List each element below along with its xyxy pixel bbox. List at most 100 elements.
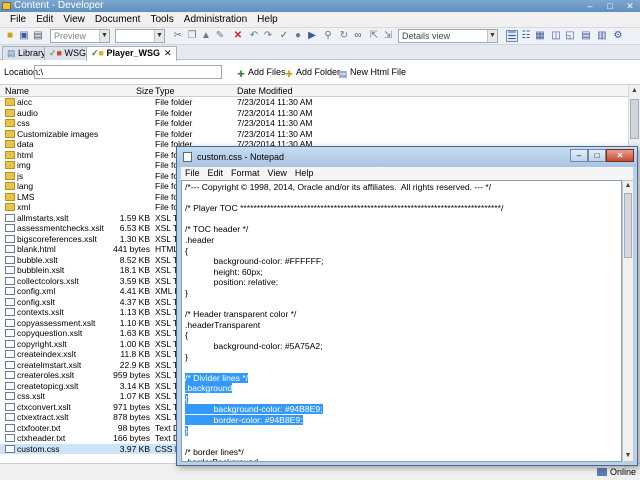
menu-administration[interactable]: Administration [179, 12, 252, 28]
notepad-scroll-up-icon[interactable]: ▲ [623, 181, 633, 191]
file-size: 4.37 KB [119, 296, 150, 307]
notepad-maximize-button[interactable]: □ [588, 149, 606, 162]
notepad-icon [183, 152, 192, 162]
file-row[interactable]: Customizable images File folder 7/23/2014 … [0, 129, 628, 140]
notepad-title-bar[interactable]: custom.css - Notepad – □ ✕ [177, 147, 637, 167]
notepad-window[interactable]: custom.css - Notepad – □ ✕ File Edit Forma… [176, 146, 638, 470]
tile-view-icon[interactable]: ▦ [534, 30, 546, 42]
add-files-button[interactable]: ✚ Add Files [236, 66, 285, 79]
text-line-content: .headerTransparent [185, 319, 261, 330]
column-size[interactable]: Size [136, 85, 154, 97]
folder-icon [5, 129, 15, 138]
file-size: 441 bytes [113, 244, 150, 254]
file-name: xml [17, 202, 31, 212]
notepad-menu-format[interactable]: Format [227, 167, 264, 180]
text-line: height: 60px; [185, 267, 618, 278]
preview-combo[interactable]: ▼ [115, 29, 165, 43]
list-view-icon[interactable]: ☷ [520, 30, 532, 42]
notepad-menu-file[interactable]: File [181, 167, 204, 180]
text-line: .borderBackground [185, 457, 618, 461]
notepad-scroll-down-icon[interactable]: ▼ [623, 451, 633, 461]
file-row[interactable]: aicc File folder 7/23/2014 11:30 AM [0, 97, 628, 108]
notepad-scroll-thumb[interactable] [624, 193, 632, 258]
file-icon [5, 255, 15, 264]
menu-edit[interactable]: Edit [31, 12, 58, 28]
tab-close-icon[interactable]: ✕ [164, 48, 172, 58]
text-line-content: } [185, 351, 188, 362]
notepad-text-area[interactable]: /*--- Copyright © 1998, 2014, Oracle and… [181, 180, 622, 462]
outline-view-icon[interactable]: ▤ [580, 30, 592, 42]
menu-tools[interactable]: Tools [145, 12, 178, 28]
menu-bar: File Edit View Document Tools Administration H… [0, 12, 640, 28]
save-icon[interactable]: ▣ [18, 30, 30, 42]
pane-view-icon[interactable]: ◫ [550, 30, 562, 42]
text-line: { [185, 330, 618, 341]
column-type[interactable]: Type [155, 85, 175, 97]
folder-icon [5, 203, 15, 211]
text-line-content: { [185, 393, 188, 404]
file-size: 1.07 KB [119, 391, 150, 401]
file-icon [5, 318, 15, 327]
find-icon[interactable]: ⚲ [322, 30, 334, 42]
close-button[interactable]: ✕ [620, 0, 640, 12]
checkin-icon[interactable]: ✓ [278, 30, 290, 42]
text-line-content: height: 60px; [185, 266, 263, 277]
scroll-thumb[interactable] [630, 99, 639, 139]
file-icon [5, 381, 15, 390]
network-icon [596, 468, 607, 476]
app-icon [2, 2, 11, 10]
refresh-icon[interactable]: ↻ [338, 30, 350, 42]
new-html-file-button[interactable]: ▤ New Html File [338, 66, 406, 79]
file-size: 1.00 KB [119, 338, 150, 349]
file-row[interactable]: css File folder 7/23/2014 11:30 AM [0, 118, 628, 129]
file-row[interactable]: audio File folder 7/23/2014 11:30 AM [0, 108, 628, 119]
split-view-icon[interactable]: ◱ [564, 30, 576, 42]
resize-grip-icon[interactable]: ⋯ [624, 463, 634, 470]
view-combo[interactable]: Details view ▼ [398, 29, 498, 43]
menu-help[interactable]: Help [252, 12, 283, 28]
notepad-menu-help[interactable]: Help [291, 167, 318, 180]
checkout-icon[interactable]: ● [292, 30, 304, 42]
menu-document[interactable]: Document [90, 12, 146, 28]
text-line: /* border lines*/ [185, 447, 618, 458]
file-name: ctxfooter.txt [17, 422, 61, 433]
copy-icon[interactable]: ❐ [186, 30, 198, 42]
text-line-content: /* border lines*/ [185, 446, 244, 457]
notepad-menu-view[interactable]: View [264, 167, 291, 180]
notepad-close-button[interactable]: ✕ [606, 149, 634, 162]
add-folder-button[interactable]: ✚ Add Folder [284, 66, 340, 79]
cut-icon[interactable]: ✂ [172, 30, 184, 42]
export-icon[interactable]: ⇱ [368, 30, 380, 42]
notepad-scrollbar[interactable]: ▲ ▼ [622, 180, 634, 462]
maximize-button[interactable]: □ [600, 0, 620, 12]
menu-file[interactable]: File [5, 12, 31, 28]
preview-button[interactable]: Preview ▼ [50, 29, 110, 43]
menu-view[interactable]: View [58, 12, 90, 28]
column-name[interactable]: Name [5, 85, 29, 97]
options-icon[interactable]: ⚙ [612, 30, 624, 42]
publish-icon[interactable]: ▶ [306, 30, 318, 42]
redo-icon[interactable]: ↷ [262, 30, 274, 42]
column-date-modified[interactable]: Date Modified [237, 85, 293, 97]
filter-icon[interactable]: ▥ [596, 30, 608, 42]
minimize-button[interactable]: – [580, 0, 600, 12]
file-icon [5, 213, 15, 222]
paste-icon[interactable]: ▲ [200, 30, 212, 42]
file-name: bubblein.xslt [17, 265, 65, 275]
tab-player-wsg[interactable]: ✓■ Player_WSG ✕ [86, 46, 177, 61]
file-name: img [17, 160, 31, 170]
link-icon[interactable]: ∞ [352, 30, 364, 42]
tab-wsg[interactable]: ✓■ WSG [44, 46, 91, 60]
properties-icon[interactable]: ✎ [214, 30, 226, 42]
undo-icon[interactable]: ↶ [248, 30, 260, 42]
delete-icon[interactable]: ✕ [232, 30, 244, 42]
save-all-icon[interactable]: ▤ [32, 30, 44, 42]
details-view-icon[interactable]: ☰ [506, 30, 518, 42]
scroll-up-arrow-icon[interactable]: ▲ [629, 85, 640, 96]
file-date: 7/23/2014 11:30 AM [237, 128, 313, 139]
import-icon[interactable]: ⇲ [382, 30, 394, 42]
open-folder-icon[interactable]: ■ [4, 30, 16, 42]
notepad-menu-edit[interactable]: Edit [204, 167, 228, 180]
notepad-minimize-button[interactable]: – [570, 149, 588, 162]
location-input[interactable]: .\ [34, 65, 222, 79]
